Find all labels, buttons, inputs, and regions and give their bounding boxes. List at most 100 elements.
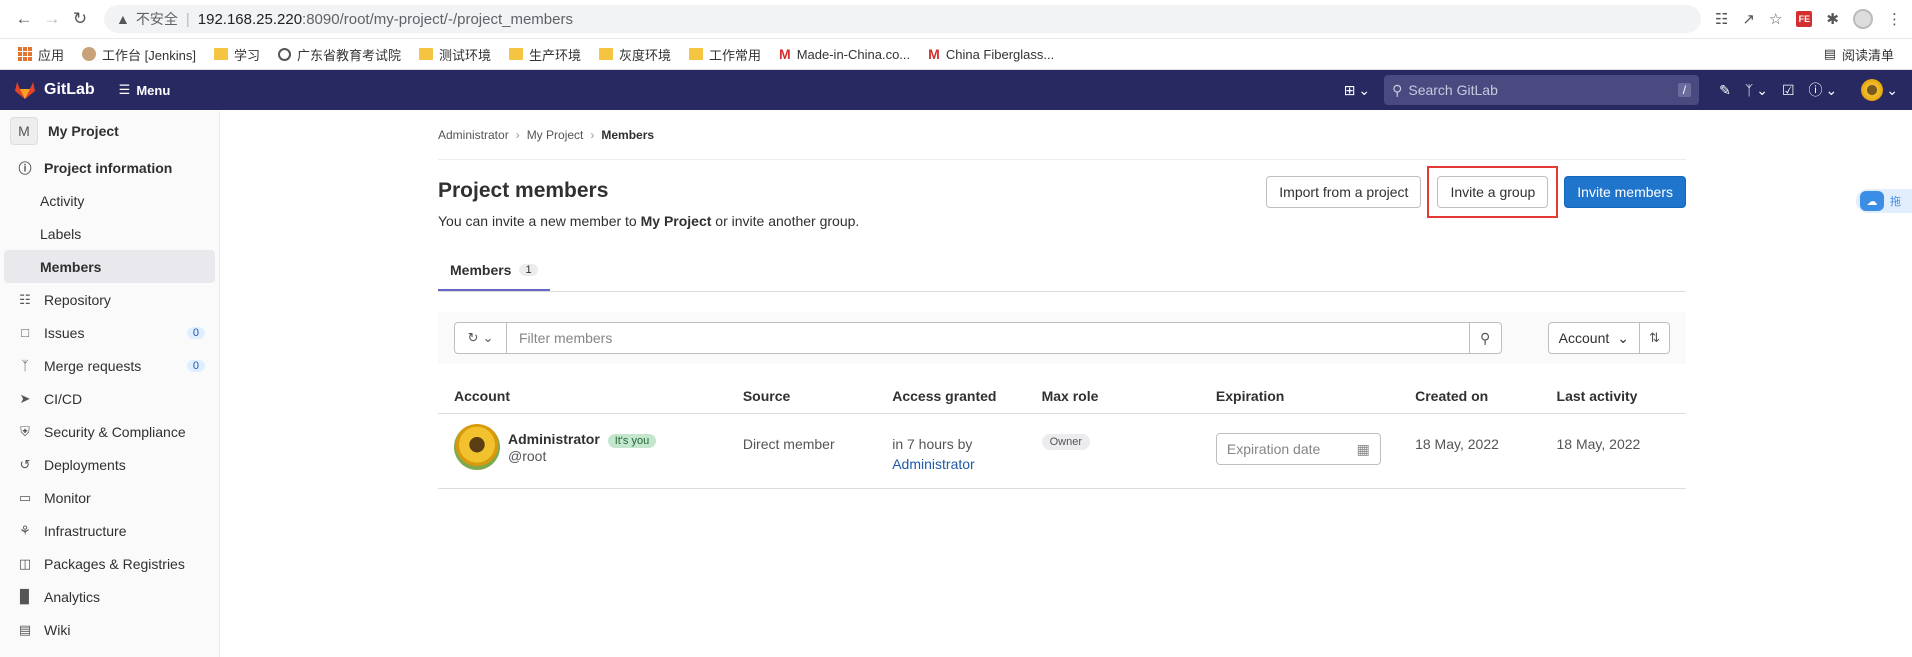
- menu-button[interactable]: ☰ Menu: [119, 82, 171, 98]
- gitlab-logo[interactable]: GitLab: [14, 80, 95, 100]
- page-description: You can invite a new member to My Projec…: [438, 213, 859, 229]
- side-widget-text: 拖: [1890, 196, 1901, 208]
- recent-searches-button[interactable]: ↻ ⌄: [455, 323, 507, 353]
- merge-requests-dropdown[interactable]: ᛉ ⌄: [1745, 82, 1768, 99]
- bookmark-exam-site[interactable]: 广东省教育考试院: [272, 43, 407, 66]
- bookmark-jenkins[interactable]: 工作台 [Jenkins]: [76, 43, 202, 66]
- bookmark-label: 应用: [38, 47, 65, 63]
- sort-dropdown[interactable]: Account ⌄: [1547, 322, 1640, 354]
- sidebar-item-label: Merge requests: [44, 357, 142, 374]
- forward-icon[interactable]: →: [38, 5, 66, 33]
- import-from-project-button[interactable]: Import from a project: [1266, 176, 1422, 208]
- sidebar-item-repository[interactable]: ☷ Repository: [0, 283, 219, 316]
- address-bar[interactable]: ▲ 不安全 | 192.168.25.220:8090/root/my-proj…: [104, 5, 1701, 33]
- bookmark-made-in-china[interactable]: M Made-in-China.co...: [773, 44, 916, 64]
- access-granted-by-link[interactable]: Administrator: [892, 454, 1041, 474]
- sidebar-item-cicd[interactable]: ➤ CI/CD: [0, 382, 219, 415]
- avatar[interactable]: [454, 424, 500, 470]
- hamburger-icon: ☰: [118, 82, 131, 97]
- bookmark-label: Made-in-China.co...: [796, 46, 911, 62]
- doc-icon: ☷: [19, 291, 31, 307]
- translate-icon[interactable]: ☷: [1715, 10, 1728, 28]
- issues-icon: □: [21, 325, 29, 340]
- breadcrumb-project[interactable]: My Project: [527, 128, 584, 142]
- col-account: Account: [454, 387, 510, 404]
- issues-count-badge: 0: [186, 326, 205, 339]
- reading-list[interactable]: ▤ 阅读清单: [1818, 43, 1900, 66]
- sort-group: Account ⌄ ⇅: [1547, 322, 1670, 354]
- sidebar-item-packages[interactable]: ◫ Packages & Registries: [0, 547, 219, 580]
- sidebar-item-project-information[interactable]: ⓘ Project information: [0, 151, 219, 184]
- sidebar-item-infrastructure[interactable]: ⚘ Infrastructure: [0, 514, 219, 547]
- mic-icon: M: [779, 46, 791, 62]
- sidebar-item-analytics[interactable]: ▉ Analytics: [0, 580, 219, 613]
- user-name[interactable]: Administrator: [508, 431, 600, 447]
- bookmark-apps[interactable]: 应用: [12, 43, 70, 66]
- col-max-role: Max role: [1041, 387, 1099, 404]
- bookmark-study[interactable]: 学习: [208, 43, 266, 66]
- sidebar-item-issues[interactable]: □ Issues 0: [0, 316, 219, 349]
- bookmark-work[interactable]: 工作常用: [683, 43, 767, 66]
- search-placeholder: Search GitLab: [1408, 82, 1498, 98]
- chevron-right-icon: ›: [515, 128, 520, 142]
- mic-icon: M: [928, 46, 940, 62]
- its-you-badge: It's you: [607, 433, 657, 448]
- help-dropdown[interactable]: ⓘ ⌄: [1809, 80, 1838, 100]
- merge-requests-count-badge: 0: [186, 359, 205, 372]
- chart-icon: ▉: [20, 588, 30, 604]
- source-cell: Direct member: [742, 436, 835, 452]
- filter-members-input[interactable]: [507, 323, 1469, 353]
- search-button[interactable]: ⚲: [1468, 323, 1501, 353]
- sidebar-item-label: Labels: [40, 225, 82, 242]
- tab-members[interactable]: Members 1: [438, 251, 550, 291]
- chevron-right-icon: ›: [590, 128, 595, 142]
- share-icon[interactable]: ↗: [1742, 10, 1755, 28]
- invite-members-button[interactable]: Invite members: [1564, 176, 1686, 208]
- sidebar-item-wiki[interactable]: ▤ Wiki: [0, 613, 219, 646]
- user-menu[interactable]: ⌄: [1861, 79, 1898, 101]
- sidebar-item-monitor[interactable]: ▭ Monitor: [0, 481, 219, 514]
- search-box[interactable]: ⚲ Search GitLab /: [1384, 75, 1700, 105]
- col-source: Source: [742, 387, 791, 404]
- profile-icon[interactable]: [1853, 9, 1873, 29]
- sidebar-item-deployments[interactable]: ↺ Deployments: [0, 448, 219, 481]
- apps-icon: [18, 47, 32, 61]
- more-menu-icon[interactable]: ⋮: [1887, 10, 1902, 28]
- extension-fe-icon[interactable]: FE: [1796, 11, 1813, 27]
- sidebar-item-members[interactable]: Members: [4, 250, 215, 283]
- invite-group-button[interactable]: Invite a group: [1437, 176, 1549, 208]
- todos-icon[interactable]: ☑: [1782, 82, 1795, 99]
- help-icon: ⓘ: [1808, 82, 1823, 98]
- bookmark-gray-env[interactable]: 灰度环境: [593, 43, 677, 66]
- breadcrumb-members[interactable]: Members: [601, 128, 654, 142]
- expiration-date-field[interactable]: Expiration date ▦: [1215, 433, 1381, 465]
- sidebar-item-labels[interactable]: Labels: [0, 217, 219, 250]
- sidebar-item-security[interactable]: ⛨ Security & Compliance: [0, 415, 219, 448]
- star-icon[interactable]: ☆: [1769, 10, 1782, 28]
- bookmark-china-fiberglass[interactable]: M China Fiberglass...: [922, 44, 1060, 64]
- expiration-placeholder: Expiration date: [1226, 441, 1321, 457]
- menu-label: Menu: [136, 82, 171, 98]
- title-actions: Import from a project Invite a group Inv…: [1266, 166, 1686, 218]
- chevron-down-icon: ⌄: [1825, 81, 1838, 98]
- back-icon[interactable]: ←: [10, 5, 38, 33]
- page-title: Project members: [438, 179, 609, 202]
- sort-direction-button[interactable]: ⇅: [1640, 322, 1670, 354]
- package-icon: ◫: [18, 555, 32, 571]
- sidebar-project-header[interactable]: M My Project: [0, 111, 219, 151]
- sidebar-item-label: Security & Compliance: [44, 423, 186, 440]
- bookmark-test-env[interactable]: 测试环境: [413, 43, 497, 66]
- reload-icon[interactable]: ↻: [66, 5, 94, 33]
- extensions-puzzle-icon[interactable]: ✱: [1826, 10, 1839, 28]
- bookmark-prod-env[interactable]: 生产环境: [503, 43, 587, 66]
- sidebar-item-merge-requests[interactable]: ᛉ Merge requests 0: [0, 349, 219, 382]
- issues-icon[interactable]: ✎: [1719, 82, 1731, 99]
- breadcrumb-administrator[interactable]: Administrator: [438, 128, 509, 142]
- new-dropdown-button[interactable]: ⊞ ⌄: [1344, 82, 1370, 99]
- sidebar-item-activity[interactable]: Activity: [0, 184, 219, 217]
- globe-icon: [277, 47, 291, 61]
- bookmark-label: 学习: [233, 47, 260, 63]
- chevron-down-icon: ⌄: [1358, 81, 1371, 98]
- floating-side-widget[interactable]: ☁ 拖: [1856, 189, 1912, 213]
- infra-icon: ⚘: [19, 522, 31, 538]
